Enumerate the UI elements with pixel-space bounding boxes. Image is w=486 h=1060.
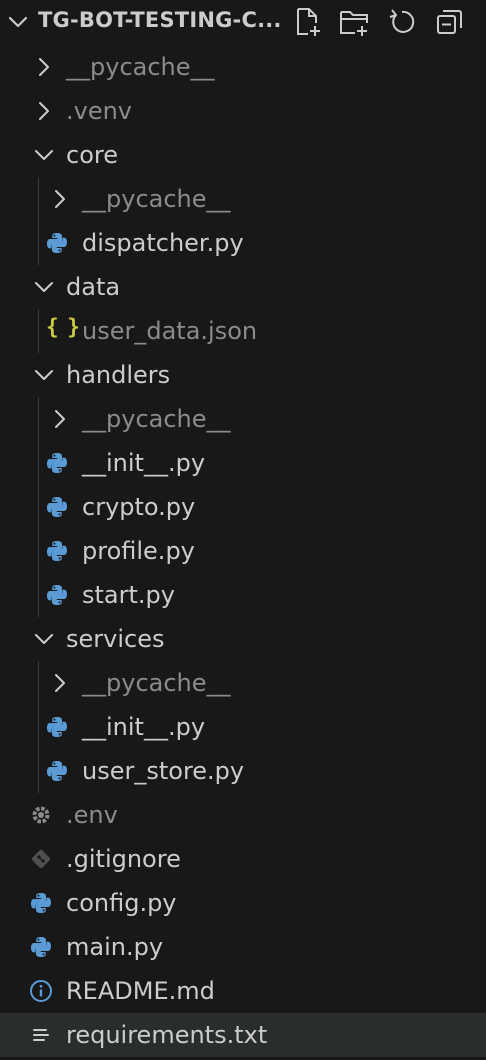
tree-file-readme-md[interactable]: README.md [0, 969, 486, 1013]
tree-item-label: start.py [82, 581, 175, 609]
tree-file-config-py[interactable]: config.py [0, 881, 486, 925]
chevron-right-icon[interactable] [48, 407, 72, 431]
tree-file-env[interactable]: .env [0, 793, 486, 837]
tree-item-label: core [66, 141, 118, 169]
python-file-icon [47, 497, 67, 517]
python-file-icon [47, 585, 67, 605]
chevron-right-icon[interactable] [48, 671, 72, 695]
tree-item-label: __pycache__ [82, 405, 231, 433]
tree-item-label: dispatcher.py [82, 229, 244, 257]
tree-item-label: .env [66, 801, 118, 829]
tree-folder-data[interactable]: data [0, 265, 486, 309]
tree-item-label: profile.py [82, 537, 195, 565]
tree-item-label: main.py [66, 933, 164, 961]
explorer-header[interactable]: TG-BOT-TESTING-C... [0, 0, 486, 44]
tree-item-label: README.md [66, 977, 215, 1005]
tree-item-label: .venv [66, 97, 133, 125]
tree-folder-core[interactable]: core [0, 133, 486, 177]
tree-file-requirements-txt[interactable]: requirements.txt [0, 1013, 486, 1057]
tree-file-gitignore[interactable]: .gitignore [0, 837, 486, 881]
indent-guide [38, 661, 39, 705]
tree-item-label: __pycache__ [66, 53, 215, 81]
python-file-icon [47, 233, 67, 253]
chevron-down-icon[interactable] [32, 143, 56, 167]
python-file-icon [47, 761, 67, 781]
indent-guide [38, 221, 39, 265]
indent-guide [38, 705, 39, 749]
explorer-title: TG-BOT-TESTING-C... [38, 8, 282, 32]
chevron-right-icon[interactable] [32, 55, 56, 79]
tree-item-label: user_data.json [82, 317, 258, 345]
chevron-down-icon[interactable] [6, 10, 30, 34]
tree-item-label: data [66, 273, 121, 301]
new-file-icon[interactable] [292, 6, 324, 38]
tree-file-init-py[interactable]: __init__.py [0, 705, 486, 749]
tree-file-init-py[interactable]: __init__.py [0, 441, 486, 485]
tree-item-label: __init__.py [82, 449, 206, 477]
tree-item-label: services [66, 625, 165, 653]
tree-item-label: __pycache__ [82, 669, 231, 697]
tree-item-label: __init__.py [82, 713, 206, 741]
tree-file-dispatcher-py[interactable]: dispatcher.py [0, 221, 486, 265]
tree-folder-pycache[interactable]: __pycache__ [0, 177, 486, 221]
tree-file-crypto-py[interactable]: crypto.py [0, 485, 486, 529]
tree-item-label: crypto.py [82, 493, 196, 521]
chevron-down-icon[interactable] [32, 627, 56, 651]
tree-item-label: user_store.py [82, 757, 245, 785]
indent-guide [38, 573, 39, 617]
json-braces-icon: { } [46, 315, 80, 339]
tree-folder-pycache[interactable]: __pycache__ [0, 45, 486, 89]
indent-guide [38, 749, 39, 793]
tree-folder-venv[interactable]: .venv [0, 89, 486, 133]
tree-folder-pycache[interactable]: __pycache__ [0, 661, 486, 705]
tree-file-main-py[interactable]: main.py [0, 925, 486, 969]
tree-item-label: .gitignore [66, 845, 181, 873]
gear-icon [32, 806, 50, 824]
python-file-icon [47, 717, 67, 737]
indent-guide [38, 177, 39, 221]
tree-file-start-py[interactable]: start.py [0, 573, 486, 617]
info-icon [30, 980, 52, 1002]
indent-guide [38, 529, 39, 573]
refresh-icon[interactable] [386, 6, 418, 38]
indent-guide [38, 397, 39, 441]
indent-guide [38, 309, 39, 353]
tree-item-label: __pycache__ [82, 185, 231, 213]
tree-item-label: handlers [66, 361, 171, 389]
tree-item-label: config.py [66, 889, 177, 917]
tree-file-profile-py[interactable]: profile.py [0, 529, 486, 573]
tree-file-user-store-py[interactable]: user_store.py [0, 749, 486, 793]
text-file-icon [33, 1029, 49, 1041]
python-file-icon [47, 541, 67, 561]
tree-folder-services[interactable]: services [0, 617, 486, 661]
tree-folder-pycache[interactable]: __pycache__ [0, 397, 486, 441]
python-file-icon [47, 453, 67, 473]
tree-folder-handlers[interactable]: handlers [0, 353, 486, 397]
tree-file-user-data-json[interactable]: { } user_data.json [0, 309, 486, 353]
tree-item-label: requirements.txt [66, 1021, 268, 1049]
chevron-right-icon[interactable] [48, 187, 72, 211]
indent-guide [38, 441, 39, 485]
git-icon [31, 849, 51, 869]
python-file-icon [31, 893, 51, 913]
indent-guide [38, 485, 39, 529]
new-folder-icon[interactable] [338, 6, 370, 38]
python-file-icon [31, 937, 51, 957]
collapse-all-icon[interactable] [434, 6, 466, 38]
chevron-down-icon[interactable] [32, 275, 56, 299]
chevron-right-icon[interactable] [32, 99, 56, 123]
chevron-down-icon[interactable] [32, 363, 56, 387]
